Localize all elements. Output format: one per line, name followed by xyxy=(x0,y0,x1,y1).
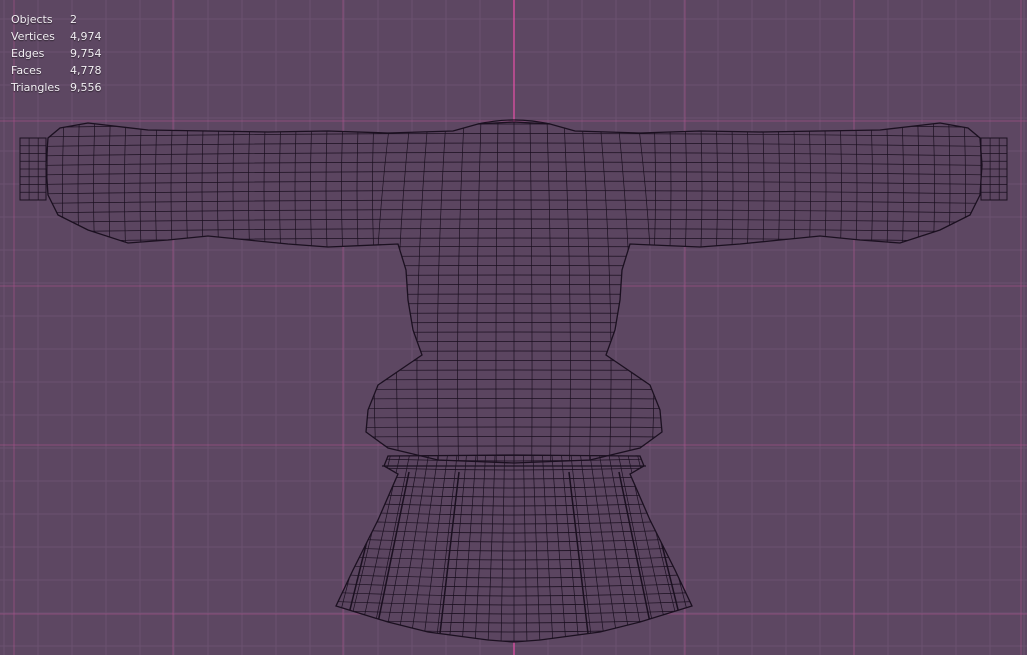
stat-row-edges: Edges 9,754 xyxy=(11,45,130,62)
stat-value: 9,754 xyxy=(70,47,102,60)
3d-viewport[interactable] xyxy=(0,0,1027,655)
stat-row-triangles: Triangles 9,556 xyxy=(11,79,130,96)
stat-label: Edges xyxy=(11,47,45,60)
stat-row-vertices: Vertices 4,974 xyxy=(11,28,130,45)
stat-label: Objects xyxy=(11,13,53,26)
sleeve-edge-col xyxy=(16,115,18,260)
stat-label: Triangles xyxy=(11,81,60,94)
stat-value: 4,778 xyxy=(70,64,102,77)
stat-row-objects: Objects 2 xyxy=(11,11,130,28)
stat-label: Faces xyxy=(11,64,42,77)
stat-value: 2 xyxy=(70,13,77,26)
stat-value: 9,556 xyxy=(70,81,102,94)
sleeve-edge-col xyxy=(1011,115,1013,260)
statistics-overlay: Objects 2 Vertices 4,974 Edges 9,754 Fac… xyxy=(11,11,130,96)
stat-label: Vertices xyxy=(11,30,55,43)
right-cuff xyxy=(980,137,1008,201)
mesh-wireframe[interactable] xyxy=(0,0,1027,655)
stat-value: 4,974 xyxy=(70,30,102,43)
left-cuff xyxy=(19,137,47,201)
stat-row-faces: Faces 4,778 xyxy=(11,62,130,79)
sleeve-edge-col xyxy=(1,115,3,260)
